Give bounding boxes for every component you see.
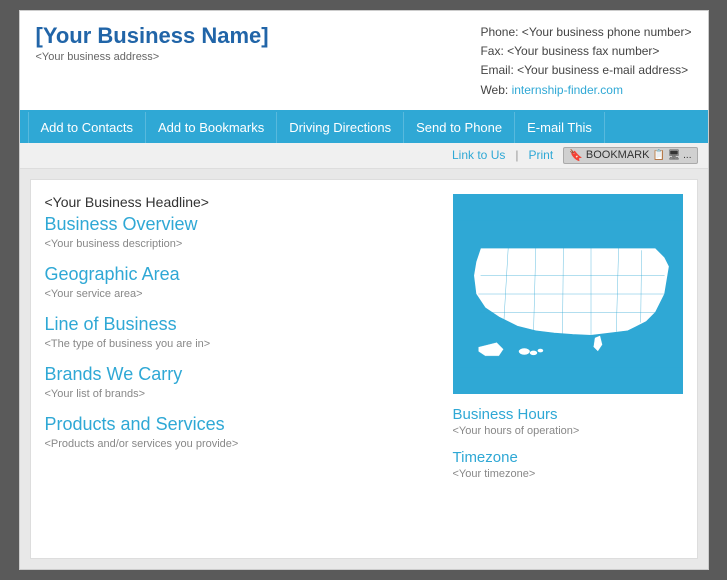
geo-title: Geographic Area (45, 264, 437, 285)
timezone-title: Timezone (453, 449, 683, 466)
content-right: Business Hours <Your hours of operation>… (453, 194, 683, 544)
geo-desc: <Your service area> (45, 288, 437, 300)
web-text: Web: (480, 83, 508, 97)
main-content: <Your Business Headline> Business Overvi… (30, 179, 698, 559)
bookmark-badge[interactable]: 🔖 BOOKMARK 📋 🖥 ... (563, 147, 697, 164)
nav-email-this[interactable]: E-mail This (515, 112, 605, 143)
web-label: Web: internship-finder.com (480, 81, 691, 100)
lob-title: Line of Business (45, 314, 437, 335)
content-left: <Your Business Headline> Business Overvi… (45, 194, 437, 544)
navbar: Add to Contacts Add to Bookmarks Driving… (20, 112, 708, 143)
nav-add-contacts[interactable]: Add to Contacts (28, 112, 147, 143)
hours-desc: <Your hours of operation> (453, 425, 683, 437)
lob-desc: <The type of business you are in> (45, 338, 437, 350)
nav-add-bookmarks[interactable]: Add to Bookmarks (146, 112, 277, 143)
us-map-container (453, 194, 683, 394)
hours-title: Business Hours (453, 406, 683, 423)
timezone-desc: <Your timezone> (453, 468, 683, 480)
overview-desc: <Your business description> (45, 238, 437, 250)
link-to-us-button[interactable]: Link to Us (452, 148, 505, 162)
us-map-svg (453, 194, 683, 394)
nav-driving-directions[interactable]: Driving Directions (277, 112, 404, 143)
products-title: Products and Services (45, 414, 437, 435)
nav-send-to-phone[interactable]: Send to Phone (404, 112, 515, 143)
bookmark-icon: 🔖 (569, 149, 583, 162)
print-button[interactable]: Print (528, 148, 553, 162)
toolbar: Link to Us | Print 🔖 BOOKMARK 📋 🖥 ... (20, 143, 708, 169)
business-headline: <Your Business Headline> (45, 194, 437, 210)
header: [Your Business Name] <Your business addr… (20, 11, 708, 112)
overview-title: Business Overview (45, 214, 437, 235)
toolbar-separator: | (515, 148, 518, 162)
fax-label: Fax: <Your business fax number> (480, 42, 691, 61)
business-address: <Your business address> (36, 51, 269, 63)
bookmark-icons-extra: 📋 🖥 ... (652, 150, 691, 161)
email-label: Email: <Your business e-mail address> (480, 61, 691, 80)
business-name: [Your Business Name] (36, 23, 269, 49)
web-link[interactable]: internship-finder.com (512, 83, 623, 97)
phone-label: Phone: <Your business phone number> (480, 23, 691, 42)
brands-desc: <Your list of brands> (45, 388, 437, 400)
bookmark-label: BOOKMARK (586, 149, 650, 161)
products-desc: <Products and/or services you provide> (45, 438, 437, 450)
brands-title: Brands We Carry (45, 364, 437, 385)
header-right: Phone: <Your business phone number> Fax:… (480, 23, 691, 100)
header-left: [Your Business Name] <Your business addr… (36, 23, 269, 63)
page-wrapper: [Your Business Name] <Your business addr… (19, 10, 709, 570)
